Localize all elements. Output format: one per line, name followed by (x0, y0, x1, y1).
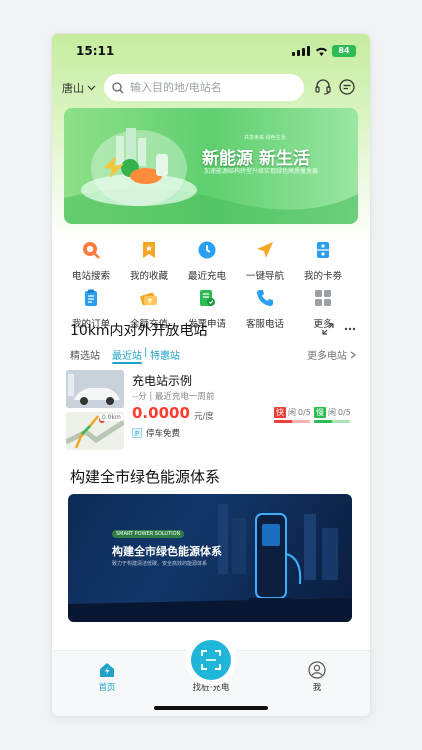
price-unit: 元/度 (194, 412, 214, 422)
phone-icon (257, 290, 273, 306)
headset-icon[interactable] (314, 78, 332, 96)
user-icon (308, 661, 326, 679)
grid-item-service-phone[interactable]: 客服电话 (234, 288, 296, 331)
wallet-icon (140, 292, 157, 306)
grid-item-favorites[interactable]: 我的收藏 (118, 240, 180, 283)
grid-icon (315, 290, 331, 306)
invoice-icon (200, 290, 215, 306)
station-name: 充电站示例 (132, 374, 193, 388)
clock-icon (198, 241, 216, 259)
banner-top-text: 共享未来 绿色生活 (244, 135, 286, 141)
search-icon (112, 81, 124, 93)
slow-availability-bar (314, 420, 350, 423)
tab-me-label: 我 (312, 683, 322, 693)
fast-tag: 快 (274, 406, 286, 418)
nearby-section-title: 10km内对外开放电站 (70, 323, 208, 339)
promo-subtitle: 致力于构建清洁低碳、安全高效的能源体系 (112, 561, 208, 567)
tab-scan-label-wrap[interactable]: 找桩·充电 (186, 681, 236, 693)
station-photo (66, 370, 124, 408)
grid-item-label: 电站搜索 (71, 271, 110, 282)
city-label: 唐山 (62, 82, 84, 95)
slow-tag: 慢 (314, 406, 326, 418)
scan-charge-button[interactable] (191, 640, 231, 680)
promo-title: 构建全市绿色能源体系 (112, 545, 222, 558)
station-price: 0.0000 (132, 404, 190, 422)
grid-item-navigation[interactable]: 一键导航 (234, 240, 296, 283)
slow-count: 0/5 (338, 407, 351, 417)
search-input[interactable] (130, 81, 290, 94)
order-icon (85, 289, 97, 306)
search-row: 唐山 (52, 74, 370, 102)
parking-info: P 停车免费 (132, 427, 180, 439)
more-stations-label: 更多电站 (307, 351, 347, 362)
tab-scan-label: 找桩·充电 (192, 683, 230, 693)
fast-status: 闲 (288, 407, 296, 417)
navigation-icon (257, 242, 273, 258)
status-bar: 15:11 84 (52, 42, 370, 62)
active-tab-indicator (112, 362, 142, 364)
banner-subtitle: 加速能源结构转型升级实现绿色高质量发展 (204, 168, 319, 175)
grid-item-label: 我的卡劵 (303, 271, 342, 282)
station-tabs: 精选站 最近站 | 特惠站 更多电站 (70, 347, 356, 365)
search-box[interactable] (104, 74, 304, 101)
grid-item-label: 一键导航 (245, 271, 284, 282)
tab-home[interactable]: 首页 (92, 661, 122, 693)
map-distance: 0.0km (100, 414, 123, 421)
tab-featured[interactable]: 精选站 (70, 347, 100, 362)
grid-item-label: 最近充电 (187, 271, 226, 282)
car-icon (66, 370, 124, 408)
station-meta: --分 | 最近充电一周前 (132, 392, 215, 402)
promo-banner[interactable]: SMART POWER SOLUTION 构建全市绿色能源体系 致力于构建清洁低… (68, 494, 352, 622)
green-section-title: 构建全市绿色能源体系 (70, 468, 221, 486)
fast-availability-bar (274, 420, 310, 423)
city-selector[interactable]: 唐山 (62, 80, 96, 96)
more-options-icon[interactable] (344, 323, 356, 335)
bookmark-icon (143, 242, 155, 258)
phone-screen: 15:11 84 唐山 共享未来 绿色生活 (52, 34, 370, 716)
chevron-right-icon (350, 351, 356, 358)
magnifier-icon (83, 242, 100, 259)
fast-count: 0/5 (298, 407, 311, 417)
hero-banner[interactable]: 共享未来 绿色生活 新能源 新生活 加速能源结构转型升级实现绿色高质量发展 (64, 108, 358, 224)
grid-item-label: 客服电话 (245, 319, 284, 330)
station-map-thumb: 0.0km (66, 412, 124, 450)
fast-charger-status: 快 闲 0/5 (274, 406, 311, 418)
section-controls (322, 323, 356, 335)
tab-discount[interactable]: 特惠站 (150, 347, 180, 362)
grid-item-coupons[interactable]: 我的卡劵 (292, 240, 354, 283)
grid-item-label: 我的收藏 (129, 271, 168, 282)
parking-icon: P (132, 428, 142, 438)
promo-tag: SMART POWER SOLUTION (112, 530, 185, 538)
expand-icon[interactable] (322, 323, 334, 335)
chevron-down-icon (87, 85, 96, 91)
slow-status: 闲 (328, 407, 336, 417)
tab-nearest[interactable]: 最近站 (112, 347, 142, 362)
station-card[interactable]: 0.0km 充电站示例 --分 | 最近充电一周前 0.0000 元/度 P 停… (66, 370, 360, 454)
grid-item-station-search[interactable]: 电站搜索 (60, 240, 122, 283)
battery-indicator: 84 (332, 45, 356, 57)
scan-icon (201, 650, 221, 670)
card-icon (317, 242, 329, 258)
grid-item-recent-charge[interactable]: 最近充电 (176, 240, 238, 283)
tab-separator: | (144, 347, 148, 358)
tab-me[interactable]: 我 (302, 661, 332, 693)
home-indicator (154, 706, 268, 710)
wifi-icon (316, 47, 327, 56)
more-stations-link[interactable]: 更多电站 (307, 347, 356, 362)
home-icon (100, 663, 114, 677)
parking-label: 停车免费 (146, 429, 181, 439)
slow-charger-status: 慢 闲 0/5 (314, 406, 351, 418)
message-icon[interactable] (338, 78, 356, 96)
signal-icon (292, 46, 310, 56)
tab-home-label: 首页 (98, 683, 116, 693)
status-time: 15:11 (76, 44, 115, 58)
